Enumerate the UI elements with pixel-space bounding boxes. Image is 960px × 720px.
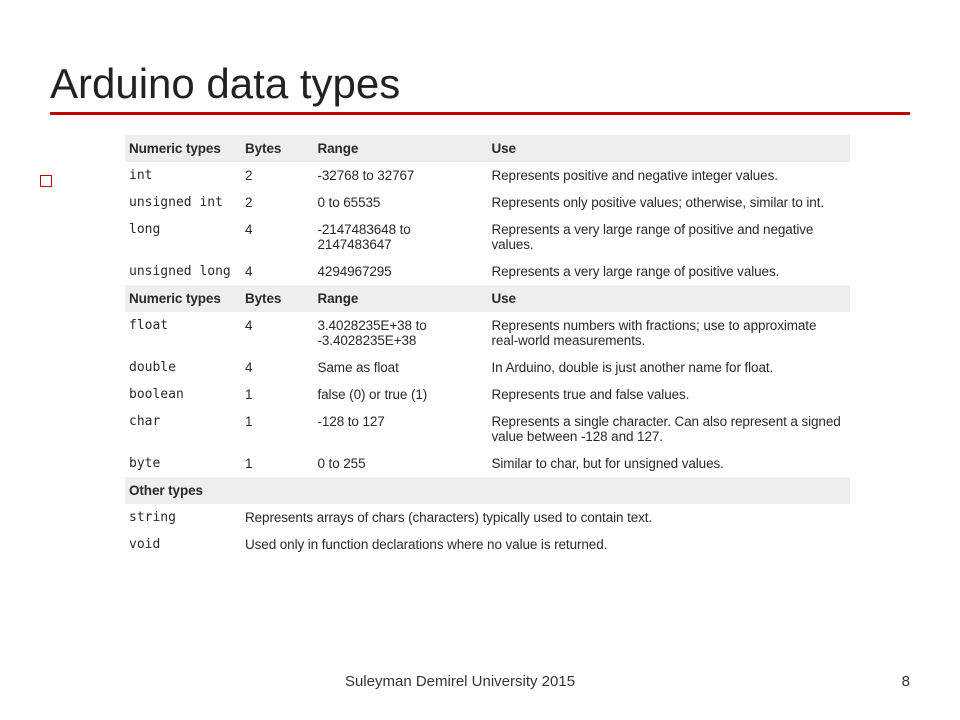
table-row: unsigned int 2 0 to 65535 Represents onl… [125, 189, 850, 216]
col-header-range: Range [314, 135, 488, 162]
cell-range: -32768 to 32767 [314, 162, 488, 189]
table-row: unsigned long 4 4294967295 Represents a … [125, 258, 850, 285]
cell-range: 0 to 255 [314, 450, 488, 477]
cell-type: double [125, 354, 241, 381]
cell-type: string [125, 504, 241, 531]
data-types-table: Numeric types Bytes Range Use int 2 -327… [125, 135, 850, 558]
table-row: byte 1 0 to 255 Similar to char, but for… [125, 450, 850, 477]
slide-title: Arduino data types [50, 60, 910, 108]
cell-use: Represents a single character. Can also … [488, 408, 851, 450]
cell-range: -2147483648 to 2147483647 [314, 216, 488, 258]
title-rule [50, 112, 910, 115]
cell-bytes: 1 [241, 381, 314, 408]
footer-text: Suleyman Demirel University 2015 [50, 673, 870, 690]
cell-range: -128 to 127 [314, 408, 488, 450]
cell-bytes: 2 [241, 162, 314, 189]
page-number: 8 [870, 673, 910, 690]
cell-use: Similar to char, but for unsigned values… [488, 450, 851, 477]
cell-range: 3.4028235E+38 to -3.4028235E+38 [314, 312, 488, 354]
cell-use: Represents a very large range of positiv… [488, 258, 851, 285]
col-header-bytes: Bytes [241, 135, 314, 162]
cell-type: byte [125, 450, 241, 477]
table-row: float 4 3.4028235E+38 to -3.4028235E+38 … [125, 312, 850, 354]
cell-type: char [125, 408, 241, 450]
slide-footer: Suleyman Demirel University 2015 8 [50, 673, 910, 690]
col-header-type: Numeric types [125, 135, 241, 162]
table-row: boolean 1 false (0) or true (1) Represen… [125, 381, 850, 408]
cell-desc: Used only in function declarations where… [241, 531, 850, 558]
col-header-type: Numeric types [125, 285, 241, 312]
cell-range: false (0) or true (1) [314, 381, 488, 408]
cell-use: Represents positive and negative integer… [488, 162, 851, 189]
slide: Arduino data types Numeric types Bytes R… [0, 0, 960, 720]
col-header-other: Other types [125, 477, 850, 504]
cell-bytes: 4 [241, 354, 314, 381]
cell-type: unsigned long [125, 258, 241, 285]
cell-use: Represents a very large range of positiv… [488, 216, 851, 258]
cell-desc: Represents arrays of chars (characters) … [241, 504, 850, 531]
col-header-range: Range [314, 285, 488, 312]
cell-use: Represents true and false values. [488, 381, 851, 408]
cell-range: Same as float [314, 354, 488, 381]
table-row: long 4 -2147483648 to 2147483647 Represe… [125, 216, 850, 258]
cell-type: int [125, 162, 241, 189]
table-row: string Represents arrays of chars (chara… [125, 504, 850, 531]
table-header-row: Other types [125, 477, 850, 504]
cell-type: unsigned int [125, 189, 241, 216]
bullet-square-icon [40, 175, 52, 187]
cell-range: 4294967295 [314, 258, 488, 285]
cell-use: Represents only positive values; otherwi… [488, 189, 851, 216]
table-row: void Used only in function declarations … [125, 531, 850, 558]
table-row: int 2 -32768 to 32767 Represents positiv… [125, 162, 850, 189]
cell-use: In Arduino, double is just another name … [488, 354, 851, 381]
table-header-row: Numeric types Bytes Range Use [125, 285, 850, 312]
cell-use: Represents numbers with fractions; use t… [488, 312, 851, 354]
col-header-bytes: Bytes [241, 285, 314, 312]
col-header-use: Use [488, 285, 851, 312]
cell-bytes: 4 [241, 216, 314, 258]
cell-bytes: 1 [241, 408, 314, 450]
col-header-use: Use [488, 135, 851, 162]
table-row: char 1 -128 to 127 Represents a single c… [125, 408, 850, 450]
cell-type: void [125, 531, 241, 558]
cell-type: long [125, 216, 241, 258]
table-header-row: Numeric types Bytes Range Use [125, 135, 850, 162]
cell-bytes: 2 [241, 189, 314, 216]
cell-type: boolean [125, 381, 241, 408]
cell-bytes: 4 [241, 312, 314, 354]
cell-bytes: 1 [241, 450, 314, 477]
cell-range: 0 to 65535 [314, 189, 488, 216]
cell-type: float [125, 312, 241, 354]
title-block: Arduino data types [50, 60, 910, 115]
cell-bytes: 4 [241, 258, 314, 285]
table-row: double 4 Same as float In Arduino, doubl… [125, 354, 850, 381]
